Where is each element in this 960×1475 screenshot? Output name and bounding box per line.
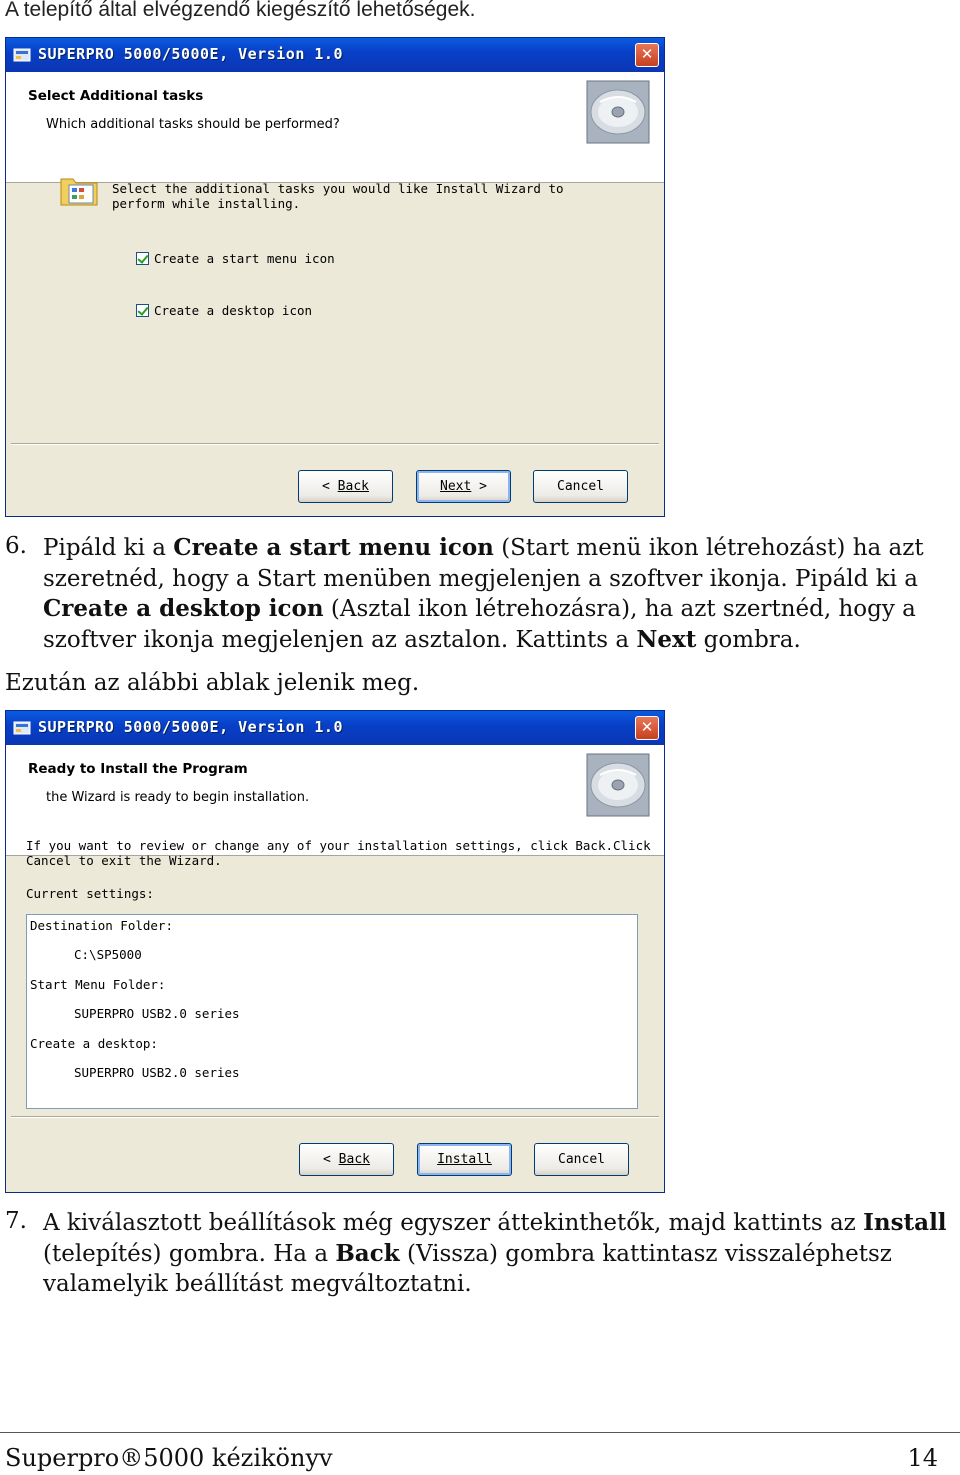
header-subtitle: Which additional tasks should be perform… bbox=[46, 117, 340, 132]
step-6-text-1: Pipáld ki a bbox=[43, 535, 174, 561]
footer-title: Superpro®5000 kézikönyv bbox=[5, 1444, 333, 1472]
instruction-line-2: perform while installing. bbox=[112, 196, 301, 211]
title-bar: SUPERPRO 5000/5000E, Version 1.0 ✕ bbox=[6, 38, 664, 72]
window-title: SUPERPRO 5000/5000E, Version 1.0 bbox=[38, 45, 343, 63]
back-button[interactable]: < Back bbox=[298, 470, 393, 503]
step-6-bold-3: Next bbox=[636, 625, 697, 653]
page-number: 14 bbox=[907, 1444, 938, 1472]
cancel-button[interactable]: Cancel bbox=[534, 1143, 629, 1176]
installer-icon bbox=[13, 721, 31, 735]
desktop-label: Create a desktop: bbox=[30, 1036, 158, 1051]
step-6-text-4: gombra. bbox=[696, 626, 801, 653]
close-button[interactable]: ✕ bbox=[635, 716, 659, 740]
step-7-bold-1: Install bbox=[863, 1209, 947, 1236]
info-line-1: If you want to review or change any of y… bbox=[26, 838, 651, 853]
step-6-bold-2: Create a desktop icon bbox=[43, 595, 324, 622]
start-menu-folder-value: SUPERPRO USB2.0 series bbox=[74, 1006, 240, 1021]
install-label: Install bbox=[437, 1152, 492, 1167]
step-7-bold-2: Back bbox=[335, 1239, 400, 1267]
destination-label: Destination Folder: bbox=[30, 918, 173, 933]
step-7-text: A kiválasztott beállítások még egyszer á… bbox=[43, 1208, 953, 1300]
start-menu-folder-label: Start Menu Folder: bbox=[30, 977, 166, 992]
back-button[interactable]: < Back bbox=[299, 1143, 394, 1176]
title-bar: SUPERPRO 5000/5000E, Version 1.0 ✕ bbox=[6, 711, 664, 745]
start-menu-checkbox[interactable] bbox=[136, 252, 149, 265]
window-title: SUPERPRO 5000/5000E, Version 1.0 bbox=[38, 718, 343, 736]
header-subtitle: the Wizard is ready to begin installatio… bbox=[46, 790, 310, 805]
divider bbox=[11, 1116, 659, 1118]
cd-icon bbox=[586, 753, 650, 817]
desktop-value: SUPERPRO USB2.0 series bbox=[74, 1065, 240, 1080]
step-6-bold-1: Create a start menu icon bbox=[173, 534, 494, 561]
wizard-header: Select Additional tasks Which additional… bbox=[6, 72, 664, 183]
divider bbox=[11, 443, 659, 445]
settings-box[interactable]: Destination Folder: C:\SP5000 Start Menu… bbox=[26, 914, 638, 1109]
desktop-icon-label: Create a desktop icon bbox=[154, 303, 313, 318]
folder-icon bbox=[60, 178, 98, 206]
cd-icon bbox=[586, 80, 650, 144]
header-title: Ready to Install the Program bbox=[28, 761, 248, 777]
install-button[interactable]: Install bbox=[417, 1143, 512, 1176]
instruction-line-1: Select the additional tasks you would li… bbox=[112, 181, 564, 196]
start-menu-label: Create a start menu icon bbox=[154, 251, 335, 266]
intro-text: A telepítő által elvégzendő kiegészítő l… bbox=[5, 0, 476, 21]
info-line-2: Cancel to exit the Wizard. bbox=[26, 853, 222, 868]
close-button[interactable]: ✕ bbox=[635, 43, 659, 67]
step-7-text-1: A kiválasztott beállítások még egyszer á… bbox=[43, 1210, 864, 1236]
next-button[interactable]: Next > bbox=[416, 470, 511, 503]
desktop-icon-checkbox[interactable] bbox=[136, 304, 149, 317]
back-label: Back bbox=[337, 479, 369, 494]
ready-to-install-dialog: SUPERPRO 5000/5000E, Version 1.0 ✕ Ready… bbox=[5, 710, 665, 1193]
additional-tasks-dialog: SUPERPRO 5000/5000E, Version 1.0 ✕ Selec… bbox=[5, 37, 665, 517]
current-settings-label: Current settings: bbox=[26, 886, 154, 901]
back-label: Back bbox=[338, 1152, 370, 1167]
step-6-text: Pipáld ki a Create a start menu icon (St… bbox=[43, 533, 953, 655]
next-label: Next bbox=[440, 479, 472, 494]
installer-icon bbox=[13, 48, 31, 62]
footer-divider bbox=[0, 1432, 960, 1433]
step-7-number: 7. bbox=[5, 1208, 27, 1234]
step-7-text-2: (telepítés) gombra. Ha a bbox=[43, 1240, 336, 1267]
step-6-number: 6. bbox=[5, 533, 27, 559]
header-title: Select Additional tasks bbox=[28, 88, 204, 104]
cancel-button[interactable]: Cancel bbox=[533, 470, 628, 503]
destination-value: C:\SP5000 bbox=[74, 947, 142, 962]
after-text: Ezután az alábbi ablak jelenik meg. bbox=[5, 670, 420, 696]
